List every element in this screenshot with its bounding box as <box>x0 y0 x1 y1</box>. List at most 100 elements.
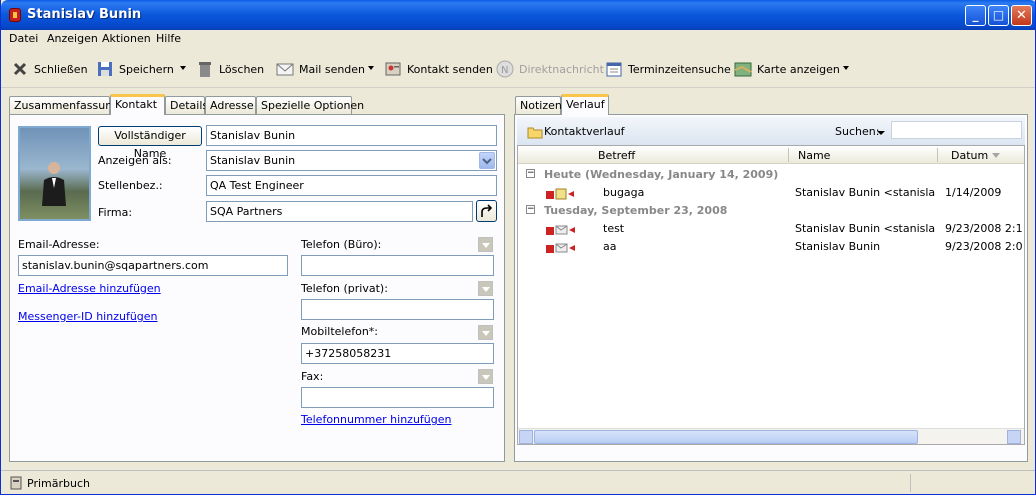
envelope-icon <box>276 60 294 78</box>
mobile-type-dropdown[interactable] <box>478 325 493 340</box>
full-name-input[interactable]: Stanislav Bunin <box>206 125 497 146</box>
history-header: Kontaktverlauf Suchen: <box>517 117 1025 145</box>
search-scope-dropdown[interactable] <box>877 131 885 135</box>
phone-home-type-dropdown[interactable] <box>478 281 493 296</box>
history-title: Kontaktverlauf <box>544 125 625 138</box>
row-subject: test <box>603 222 625 235</box>
search-input[interactable] <box>891 121 1022 139</box>
row-date: 9/23/2008 2:10 <box>945 222 1023 235</box>
history-group[interactable]: − Heute (Wednesday, January 14, 2009) <box>518 166 1023 184</box>
history-row[interactable]: test Stanislav Bunin <stanislav.bu 9/23/… <box>518 220 1023 238</box>
svg-text:N: N <box>501 65 508 76</box>
menu-datei[interactable]: Datei <box>9 32 38 45</box>
menu-bar: Datei Anzeigen Aktionen Hilfe <box>1 30 1035 49</box>
fax-input[interactable] <box>301 387 494 408</box>
folder-icon <box>527 127 543 139</box>
column-divider[interactable] <box>788 148 789 162</box>
tab-adresse[interactable]: Adresse <box>205 96 256 114</box>
tab-kontakt[interactable]: Kontakt <box>110 94 165 115</box>
history-column-header: Betreff Name Datum <box>518 146 1024 164</box>
row-name: Stanislav Bunin <stanislav.bu <box>795 222 935 235</box>
map-icon <box>734 60 752 78</box>
row-date: 9/23/2008 2:08 <box>945 240 1023 253</box>
mobile-label: Mobiltelefon*: <box>301 325 378 338</box>
phone-work-input[interactable] <box>301 255 494 276</box>
collapse-icon[interactable]: − <box>526 205 535 214</box>
menu-anzeigen[interactable]: Anzeigen <box>47 32 98 45</box>
sort-descending-icon <box>992 153 1000 158</box>
trash-icon <box>196 60 214 78</box>
close-button[interactable]: Schließen <box>11 60 88 78</box>
scrollbar-thumb[interactable] <box>534 430 918 444</box>
schedule-button[interactable]: Terminzeitensuche <box>605 60 731 78</box>
mail-item-icon <box>546 223 576 237</box>
column-divider[interactable] <box>937 148 938 162</box>
send-contact-button[interactable]: Kontakt senden <box>384 60 493 78</box>
map-dropdown-arrow[interactable] <box>843 66 849 70</box>
fax-type-dropdown[interactable] <box>478 369 493 384</box>
history-row[interactable]: bugaga Stanislav Bunin <stanislav.bu 1/1… <box>518 184 1023 202</box>
column-datum[interactable]: Datum <box>951 149 988 162</box>
status-bar: Primärbuch <box>1 470 1035 494</box>
company-link-button[interactable] <box>476 200 497 222</box>
display-as-dropdown-button[interactable] <box>479 152 495 169</box>
redo-arrow-icon <box>481 204 493 217</box>
address-book-icon <box>10 476 22 490</box>
floppy-icon <box>96 60 114 78</box>
email-label: Email-Adresse: <box>18 238 100 251</box>
phone-home-input[interactable] <box>301 299 494 320</box>
app-icon <box>9 8 21 22</box>
group-label: Tuesday, September 23, 2008 <box>544 204 728 217</box>
tab-verlauf[interactable]: Verlauf <box>561 94 609 115</box>
horizontal-scrollbar[interactable] <box>518 428 1024 444</box>
history-row[interactable]: aa Stanislav Bunin 9/23/2008 2:08 <box>518 238 1023 256</box>
display-as-select[interactable]: Stanislav Bunin <box>206 150 497 171</box>
collapse-icon[interactable]: − <box>526 169 535 178</box>
company-input[interactable]: SQA Partners <box>206 201 473 222</box>
full-name-button[interactable]: Vollständiger Name <box>98 126 202 160</box>
show-map-button[interactable]: Karte anzeigen <box>734 60 840 78</box>
company-label: Firma: <box>98 206 133 219</box>
send-mail-dropdown-arrow[interactable] <box>368 66 374 70</box>
scroll-right-button[interactable] <box>1007 430 1021 444</box>
contact-window: Stanislav Bunin _ □ ✕ Datei Anzeigen Akt… <box>0 0 1036 495</box>
phone-work-label: Telefon (Büro): <box>301 238 382 251</box>
tab-details[interactable]: Details <box>165 96 208 114</box>
history-panel: Kontaktverlauf Suchen: Betreff Name Datu… <box>514 114 1028 462</box>
delete-button[interactable]: Löschen <box>196 60 264 78</box>
tab-zusammenfassung[interactable]: Zusammenfassung <box>9 96 119 114</box>
email-input[interactable]: stanislav.bunin@sqapartners.com <box>18 255 288 276</box>
row-subject: aa <box>603 240 617 253</box>
scroll-left-button[interactable] <box>519 430 533 444</box>
direct-message-button[interactable]: N Direktnachricht <box>496 60 604 78</box>
tab-notizen[interactable]: Notizen <box>515 96 562 114</box>
send-mail-button[interactable]: Mail senden <box>276 60 365 78</box>
add-messenger-link[interactable]: Messenger-ID hinzufügen <box>18 310 158 323</box>
status-book: Primärbuch <box>27 477 90 490</box>
add-email-link[interactable]: Email-Adresse hinzufügen <box>18 282 161 295</box>
tab-spezielle-optionen[interactable]: Spezielle Optionen <box>256 96 364 114</box>
job-title-label: Stellenbez.: <box>98 179 163 192</box>
window-title: Stanislav Bunin <box>27 7 142 22</box>
save-dropdown-arrow[interactable] <box>180 66 186 70</box>
column-betreff[interactable]: Betreff <box>598 149 635 162</box>
minimize-button[interactable]: _ <box>965 5 986 26</box>
history-group[interactable]: − Tuesday, September 23, 2008 <box>518 202 1023 220</box>
appointment-item-icon <box>546 187 576 201</box>
save-button[interactable]: Speichern <box>96 60 174 78</box>
add-phone-link[interactable]: Telefonnummer hinzufügen <box>301 413 452 426</box>
messenger-icon: N <box>496 60 514 78</box>
close-window-button[interactable]: ✕ <box>1011 5 1032 26</box>
phone-work-type-dropdown[interactable] <box>478 237 493 252</box>
contact-panel: Vollständiger Name Stanislav Bunin Anzei… <box>9 114 505 462</box>
mobile-input[interactable]: +37258058231 <box>301 343 494 364</box>
contact-photo[interactable] <box>18 126 91 221</box>
menu-aktionen[interactable]: Aktionen <box>102 32 151 45</box>
job-title-input[interactable]: QA Test Engineer <box>206 175 497 196</box>
menu-hilfe[interactable]: Hilfe <box>156 32 181 45</box>
calendar-icon <box>605 60 623 78</box>
maximize-button[interactable]: □ <box>988 5 1009 26</box>
title-bar[interactable]: Stanislav Bunin _ □ ✕ <box>1 0 1035 30</box>
column-name[interactable]: Name <box>798 149 830 162</box>
row-subject: bugaga <box>603 186 645 199</box>
